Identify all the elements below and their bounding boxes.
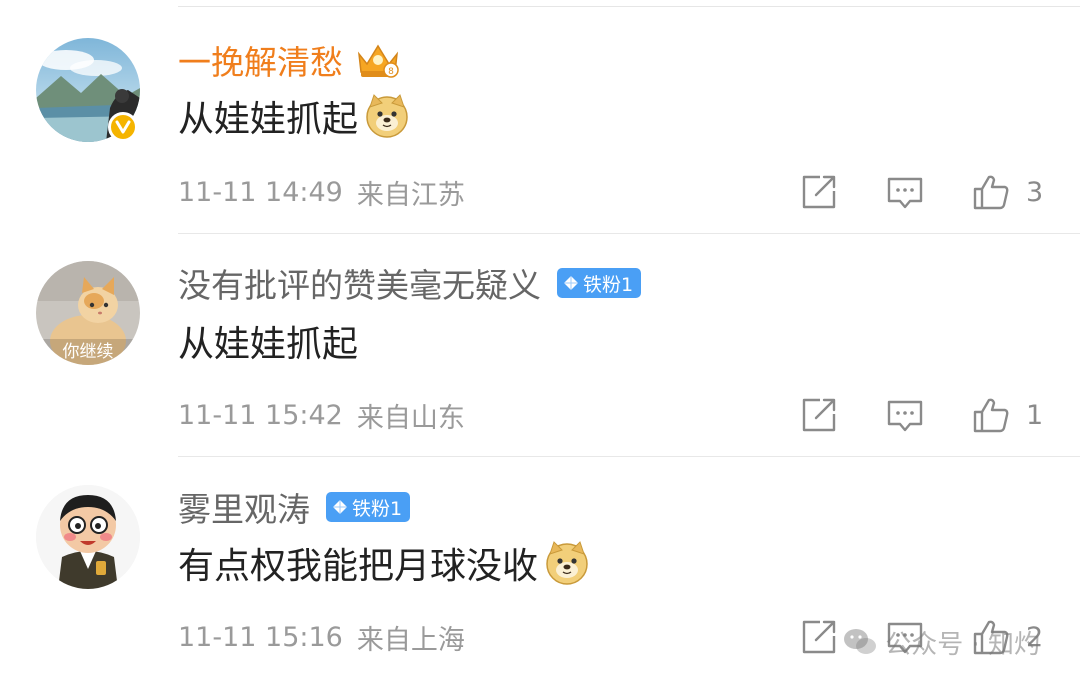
like-button[interactable]: 1	[972, 396, 1044, 434]
avatar-cat-image: 你继续	[36, 261, 140, 365]
like-icon	[973, 398, 1009, 433]
reply-button[interactable]	[886, 173, 924, 211]
badge-label: 铁粉1	[583, 273, 634, 296]
comment-location: 来自上海	[356, 624, 465, 656]
avatar[interactable]: 你继续	[36, 261, 140, 365]
share-icon	[802, 620, 836, 654]
reply-button[interactable]	[886, 396, 924, 434]
comment-list: 一挽解清愁 8 从娃娃抓起 11-11 14:49 来自江苏 3 你继续 没有批…	[0, 0, 1080, 685]
share-icon	[802, 175, 836, 209]
watermark: 公众号 · 知灼	[843, 620, 1040, 664]
user-row: 雾里观涛 铁粉1	[178, 483, 411, 531]
comment-text: 有点权我能把月球没收	[178, 546, 539, 587]
avatar[interactable]	[36, 485, 140, 589]
comment-time: 11-11 14:49	[178, 176, 343, 208]
diamond-icon	[333, 500, 347, 514]
badge-label: 铁粉1	[352, 497, 403, 520]
comment-item: 你继续 没有批评的赞美毫无疑义 铁粉1 从娃娃抓起 11-11 15:42 来自…	[0, 235, 1080, 457]
comment-location: 来自山东	[356, 402, 465, 434]
fan-badge: 铁粉1	[326, 492, 411, 522]
comment-icon	[887, 400, 923, 432]
share-button[interactable]	[800, 396, 838, 434]
comment-text-row: 从娃娃抓起	[178, 313, 358, 369]
svg-text:8: 8	[388, 67, 394, 77]
comment-text: 从娃娃抓起	[178, 324, 359, 365]
user-name[interactable]: 雾里观涛	[178, 483, 310, 531]
divider	[178, 233, 1080, 234]
comment-item: 一挽解清愁 8 从娃娃抓起 11-11 14:49 来自江苏 3	[0, 0, 1080, 235]
user-row: 没有批评的赞美毫无疑义 铁粉1	[178, 259, 642, 307]
comment-actions: 3	[800, 170, 1044, 214]
avatar-cartoon-image	[36, 485, 140, 589]
comment-meta: 11-11 15:42 来自山东	[178, 395, 465, 435]
diamond-icon	[564, 276, 578, 290]
user-row: 一挽解清愁 8	[178, 36, 403, 84]
wechat-icon	[844, 629, 877, 654]
user-name[interactable]: 一挽解清愁	[178, 36, 343, 84]
like-icon	[973, 175, 1009, 210]
comment-time: 11-11 15:42	[178, 399, 343, 431]
watermark-text: 公众号 · 知灼	[885, 629, 1040, 660]
verified-v-icon	[108, 112, 138, 142]
comment-meta: 11-11 15:16 来自上海	[178, 617, 465, 657]
like-button[interactable]: 3	[972, 173, 1044, 211]
comment-meta: 11-11 14:49 来自江苏	[178, 172, 465, 212]
comment-location: 来自江苏	[356, 179, 465, 211]
like-count: 1	[1026, 399, 1044, 431]
crown-icon: 8	[357, 44, 399, 78]
fan-badge: 铁粉1	[557, 268, 642, 298]
doge-emoji	[546, 541, 588, 585]
share-icon	[802, 398, 836, 432]
like-count: 3	[1026, 176, 1044, 208]
share-button[interactable]	[800, 618, 838, 656]
user-name[interactable]: 没有批评的赞美毫无疑义	[178, 259, 541, 307]
comment-icon	[887, 177, 923, 209]
comment-actions: 1	[800, 393, 1044, 437]
comment-text-row: 从娃娃抓起	[178, 88, 410, 144]
share-button[interactable]	[800, 173, 838, 211]
comment-time: 11-11 15:16	[178, 621, 343, 653]
avatar-caption: 你继续	[63, 342, 114, 362]
comment-text: 从娃娃抓起	[178, 99, 359, 140]
doge-emoji	[366, 94, 408, 138]
comment-text-row: 有点权我能把月球没收	[178, 535, 590, 591]
